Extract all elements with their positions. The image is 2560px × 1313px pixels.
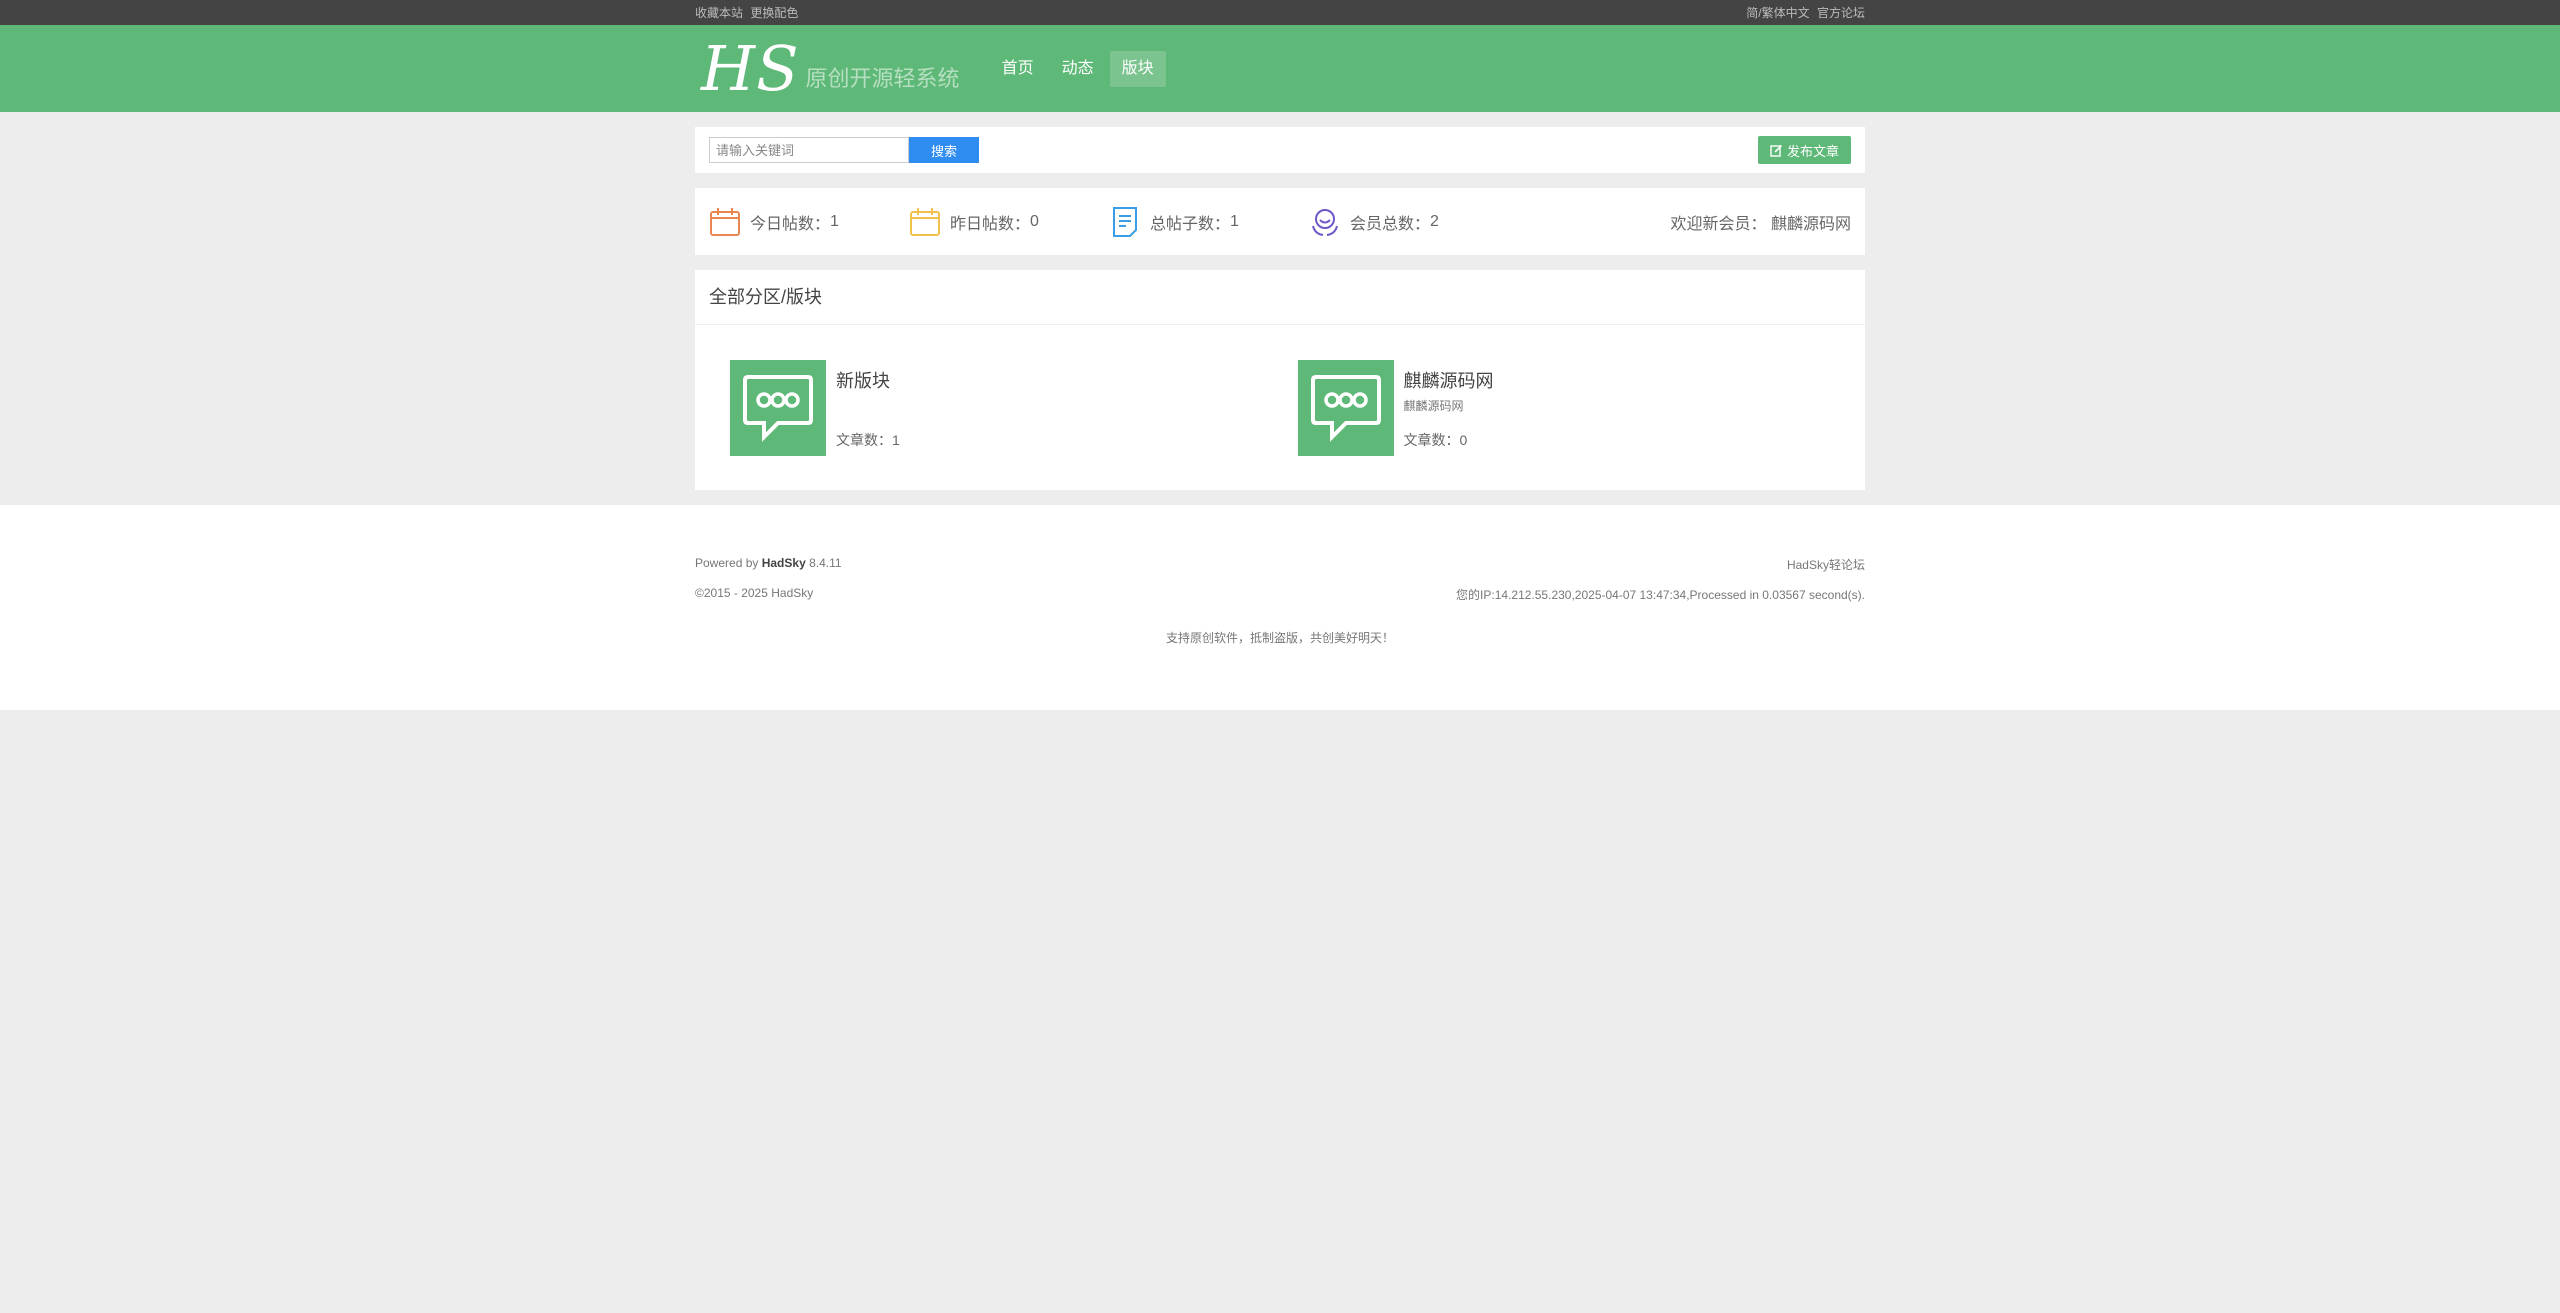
footer: Powered by HadSky 8.4.11 HadSky轻论坛 ©2015… [0,505,2560,710]
boards-title: 全部分区/版块 [695,270,1865,325]
copyright: ©2015 - 2025 HadSky [695,586,814,600]
site-logo[interactable]: HS 原创开源轻系统 [701,31,960,105]
powered-link[interactable]: HadSky [762,556,806,570]
stat-yesterday: 昨日帖数： 0 [909,206,1109,238]
nav-activity[interactable]: 动态 [1050,51,1106,87]
stat-total-value: 1 [1230,212,1239,230]
calendar-icon [710,207,740,236]
stat-today: 今日帖数： 1 [709,206,909,238]
logo-text: HS [701,31,800,105]
document-icon [1113,206,1137,237]
board-name-link[interactable]: 新版块 [836,367,890,393]
board-article-count: 文章数：1 [836,430,900,450]
stats-panel: 今日帖数： 1 昨日帖数： 0 总帖子数： 1 会员总数： 2 欢迎新会员： 麒… [695,188,1865,255]
powered-prefix: Powered by [695,556,759,570]
bookmark-link[interactable]: 收藏本站 [695,6,743,20]
board-count-label: 文章数： [836,432,892,448]
chat-bubble-icon [1310,375,1381,442]
board-icon-link[interactable] [730,360,826,456]
board-item: 麒麟源码网 麒麟源码网 文章数：0 [1297,360,1866,456]
boards-panel: 全部分区/版块 新版块 文章数：1 麒麟源码网 麒麟源码网 文章数：0 [695,270,1865,490]
welcome-new-member: 欢迎新会员： 麒麟源码网 [1671,210,1851,234]
logo-subtitle: 原创开源轻系统 [805,65,960,91]
search-form: 搜索 [709,137,979,163]
calendar-icon [910,207,940,236]
board-count-value: 0 [1459,432,1468,448]
welcome-label: 欢迎新会员： [1670,215,1767,233]
search-input[interactable] [709,137,909,163]
top-bar-left: 收藏本站 更换配色 [695,4,802,21]
stat-today-label: 今日帖数： [750,215,831,233]
change-theme-link[interactable]: 更换配色 [750,6,798,20]
board-info: 麒麟源码网 麒麟源码网 文章数：0 [1404,360,1494,456]
boards-list: 新版块 文章数：1 麒麟源码网 麒麟源码网 文章数：0 [695,325,1865,456]
board-info: 新版块 文章数：1 [836,360,900,456]
post-article-label: 发布文章 [1786,143,1839,159]
board-item: 新版块 文章数：1 [730,360,1298,456]
edit-icon [1770,144,1783,157]
slogan: 支持原创软件，抵制盗版，共创美好明天！ [1165,631,1394,645]
stat-total: 总帖子数： 1 [1109,206,1309,238]
nav-boards[interactable]: 版块 [1109,50,1166,87]
stat-total-label: 总帖子数： [1150,215,1231,233]
search-panel: 搜索 发布文章 [695,127,1865,173]
stat-members: 会员总数： 2 [1309,206,1509,238]
board-count-label: 文章数： [1403,432,1460,448]
powered-version: 8.4.11 [809,556,842,570]
header: HS 原创开源轻系统 首页 动态 版块 [0,25,2560,112]
board-description: 麒麟源码网 [1403,399,1464,413]
chat-bubble-icon [743,375,813,442]
language-switch-link[interactable]: 简/繁体中文 [1746,6,1809,20]
board-count-value: 1 [892,432,900,448]
stat-today-value: 1 [830,212,839,230]
official-forum-link[interactable]: 官方论坛 [1817,6,1865,20]
welcome-user-link[interactable]: 麒麟源码网 [1771,216,1851,233]
members-icon [1312,208,1338,236]
stat-members-label: 会员总数： [1350,215,1431,233]
stat-yesterday-label: 昨日帖数： [950,215,1031,233]
board-name-link[interactable]: 麒麟源码网 [1404,367,1494,393]
hadsky-forum-link[interactable]: HadSky轻论坛 [1787,556,1865,573]
board-icon-link[interactable] [1297,360,1394,456]
top-bar: 收藏本站 更换配色 简/繁体中文 官方论坛 [0,0,2560,25]
search-button[interactable]: 搜索 [909,137,979,163]
stat-members-value: 2 [1430,212,1439,230]
main-nav: 首页 动态 版块 [990,50,1170,87]
post-article-button[interactable]: 发布文章 [1757,136,1851,164]
powered-by: Powered by HadSky 8.4.11 [695,556,842,570]
ip-info: 您的IP:14.212.55.230,2025-04-07 13:47:34,P… [1456,588,1865,602]
top-bar-right: 简/繁体中文 官方论坛 [1742,4,1865,21]
stat-yesterday-value: 0 [1030,212,1039,230]
board-article-count: 文章数：0 [1404,430,1468,450]
nav-home[interactable]: 首页 [990,51,1046,87]
